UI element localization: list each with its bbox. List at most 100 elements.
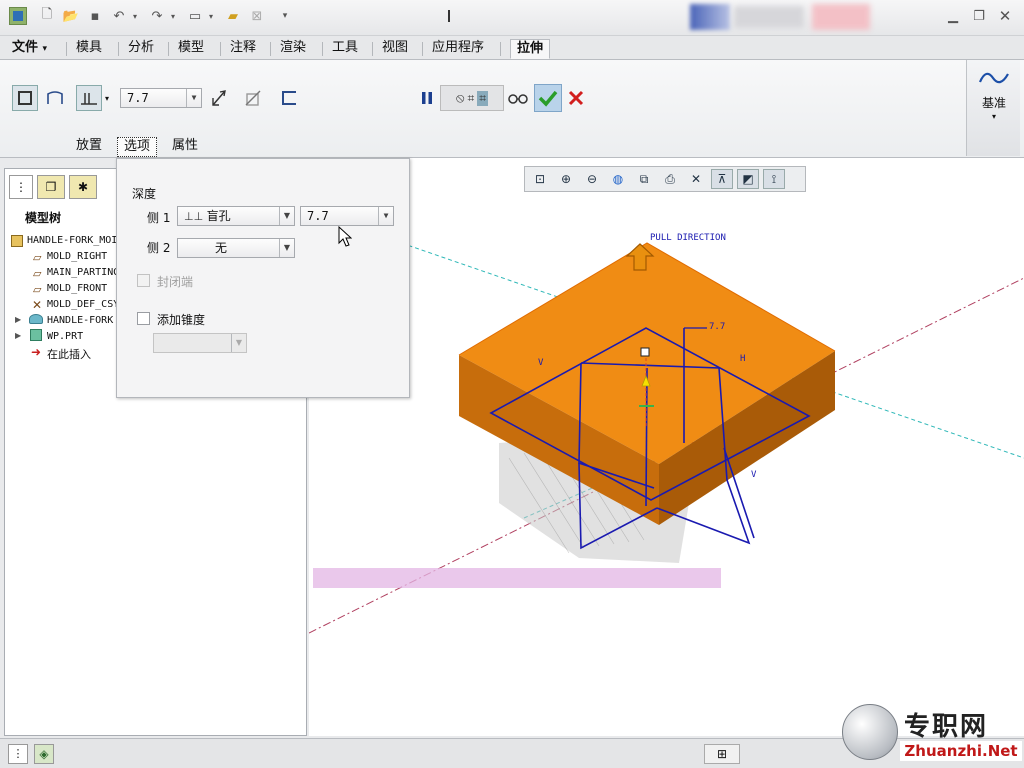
add-taper-checkbox[interactable] bbox=[137, 312, 150, 325]
tab-annotate[interactable]: 注释 bbox=[224, 39, 262, 59]
refit-icon[interactable]: ⊡ bbox=[529, 169, 551, 189]
thicken-sketch-icon[interactable] bbox=[276, 85, 302, 111]
accept-button[interactable] bbox=[534, 84, 562, 112]
redo-dropdown-icon[interactable]: ▾ bbox=[168, 7, 178, 25]
subtab-placement[interactable]: 放置 bbox=[70, 137, 108, 157]
show-navigator-icon[interactable]: ⋮ bbox=[8, 744, 28, 764]
tab-applications[interactable]: 应用程序 bbox=[426, 39, 490, 59]
open-file-icon[interactable]: 📂 bbox=[62, 7, 80, 25]
datum-plane-icon: ▱ bbox=[33, 251, 42, 264]
plane-v-label-2: V bbox=[751, 470, 757, 480]
feature-preview-icon[interactable]: ⌗ bbox=[477, 90, 488, 106]
datum-group[interactable]: 基准 ▾ bbox=[966, 60, 1020, 156]
tab-file[interactable]: 文件 ▾ bbox=[6, 39, 53, 59]
depth-type-dropdown-icon[interactable]: ▾ bbox=[105, 94, 109, 103]
undo-dropdown-icon[interactable]: ▾ bbox=[130, 7, 140, 25]
zoom-out-icon[interactable]: ⊖ bbox=[581, 169, 603, 189]
regenerate-dropdown-icon[interactable]: ▾ bbox=[206, 7, 216, 25]
favorites-tab-icon[interactable]: ✱ bbox=[69, 175, 97, 199]
tab-model[interactable]: 模型 bbox=[172, 39, 210, 59]
side2-type-combo[interactable]: 无 ▼ bbox=[177, 238, 295, 258]
tab-tools[interactable]: 工具 bbox=[326, 39, 364, 59]
close-icon[interactable]: ✕ bbox=[996, 7, 1014, 25]
insert-here-arrow-icon: ➜ bbox=[31, 345, 42, 359]
tree-item-mold-def-csys[interactable]: MOLD_DEF_CSY bbox=[47, 299, 119, 310]
datum-dropdown-icon[interactable]: ▾ bbox=[967, 112, 1021, 121]
new-file-icon[interactable]: 🗋 bbox=[38, 7, 56, 25]
dimension-label[interactable]: 7.7 bbox=[709, 322, 725, 332]
side1-type-combo[interactable]: ⊥⊥ 盲孔 ▼ bbox=[177, 206, 295, 226]
tab-extrude[interactable]: 拉伸 bbox=[510, 39, 551, 59]
model-tree-title: 模型树 bbox=[25, 211, 62, 225]
verify-glasses-icon[interactable] bbox=[505, 85, 531, 111]
undo-icon[interactable]: ↶ bbox=[110, 7, 128, 25]
capped-ends-checkbox[interactable] bbox=[137, 274, 150, 287]
blurred-title-c bbox=[812, 4, 870, 30]
no-preview-icon[interactable]: ⦸ bbox=[456, 91, 464, 106]
taper-value-combo[interactable]: ▼ bbox=[153, 333, 247, 353]
tab-render[interactable]: 渲染 bbox=[274, 39, 312, 59]
surface-extrude-icon[interactable] bbox=[42, 85, 68, 111]
ribbon-tab-row: 文件 ▾ 模具 分析 模型 注释 渲染 工具 视图 应用程序 拉伸 ⌃ ⚲ ? bbox=[0, 36, 1024, 90]
customize-toolbar-icon[interactable]: ▾ bbox=[276, 7, 294, 25]
selection-filter-icon[interactable]: ⊞ bbox=[704, 744, 740, 764]
model-tree-tab-icon[interactable]: ⋮ bbox=[9, 175, 33, 199]
datum-axes-icon[interactable]: ◩ bbox=[737, 169, 759, 189]
subtab-properties[interactable]: 属性 bbox=[166, 137, 204, 157]
plane-v-label: V bbox=[538, 358, 544, 368]
restore-icon[interactable]: ❐ bbox=[970, 7, 988, 25]
subtab-options[interactable]: 选项 bbox=[117, 137, 158, 157]
pause-icon[interactable] bbox=[414, 85, 440, 111]
tree-item-insert-here[interactable]: 在此插入 bbox=[47, 346, 91, 362]
expand-icon[interactable]: ▶ bbox=[15, 331, 21, 340]
display-style-icon[interactable]: ⧉ bbox=[633, 169, 655, 189]
view-manager-icon[interactable]: ✕ bbox=[685, 169, 707, 189]
depth-blind-icon[interactable] bbox=[76, 85, 102, 111]
remove-material-icon[interactable] bbox=[240, 85, 266, 111]
tab-mold[interactable]: 模具 bbox=[70, 39, 108, 59]
saved-views-icon[interactable]: ⎙ bbox=[659, 169, 681, 189]
datum-plane-icon: ▱ bbox=[33, 267, 42, 280]
coordinate-system-icon: ✕ bbox=[32, 298, 43, 312]
depth-section-title: 深度 bbox=[132, 187, 157, 201]
tab-view[interactable]: 视图 bbox=[376, 39, 414, 59]
repaint-icon[interactable]: ◍ bbox=[607, 169, 629, 189]
capped-ends-label: 封闭端 bbox=[157, 275, 194, 289]
tree-item-handle-fork[interactable]: HANDLE-FORK bbox=[47, 315, 113, 326]
blurred-title-b bbox=[734, 6, 804, 28]
save-icon[interactable]: ▪ bbox=[86, 7, 104, 25]
window-icon[interactable]: ▰ bbox=[224, 7, 242, 25]
tree-item-root[interactable]: HANDLE-FORK_MOI bbox=[27, 235, 117, 246]
minimize-icon[interactable]: ▁ bbox=[944, 7, 962, 25]
preview-options-group[interactable]: ⦸ ⌗ ⌗ bbox=[440, 85, 504, 111]
app-logo-icon[interactable] bbox=[9, 7, 27, 25]
side1-label: 侧 1 bbox=[147, 211, 171, 225]
geometry-preview-icon[interactable]: ⌗ bbox=[467, 91, 474, 106]
datum-plane-icon: ▱ bbox=[33, 283, 42, 296]
mouse-cursor-icon bbox=[338, 226, 352, 247]
datum-planes-icon[interactable]: ⊼ bbox=[711, 169, 733, 189]
assembly-icon bbox=[11, 235, 23, 247]
flip-direction-icon[interactable] bbox=[206, 85, 232, 111]
solid-extrude-icon[interactable] bbox=[12, 85, 38, 111]
tree-item-mold-front[interactable]: MOLD_FRONT bbox=[47, 283, 107, 294]
tree-item-main-parting[interactable]: MAIN_PARTING bbox=[47, 267, 119, 278]
depth-value-combo[interactable]: 7.7 ▼ bbox=[120, 88, 202, 108]
expand-icon[interactable]: ▶ bbox=[15, 315, 21, 324]
graphics-viewport[interactable]: PULL DIRECTION 7.7 V H V bbox=[309, 158, 1024, 736]
datum-label: 基准 bbox=[981, 96, 1006, 110]
redo-icon[interactable]: ↷ bbox=[148, 7, 166, 25]
zoom-in-icon[interactable]: ⊕ bbox=[555, 169, 577, 189]
show-browser-icon[interactable]: ◈ bbox=[34, 744, 54, 764]
tree-item-wp-prt[interactable]: WP.PRT bbox=[47, 331, 83, 342]
folder-browser-tab-icon[interactable]: ❐ bbox=[37, 175, 65, 199]
watermark-ball-icon bbox=[842, 704, 898, 760]
cancel-button[interactable] bbox=[563, 85, 589, 111]
side1-value-combo[interactable]: 7.7 ▼ bbox=[300, 206, 394, 226]
close-window-icon[interactable]: ⊠ bbox=[248, 7, 266, 25]
tree-item-mold-right[interactable]: MOLD_RIGHT bbox=[47, 251, 107, 262]
tab-analysis[interactable]: 分析 bbox=[122, 39, 160, 59]
regenerate-icon[interactable]: ▭ bbox=[186, 7, 204, 25]
watermark-url-text: Zhuanzhi.Net bbox=[900, 741, 1022, 761]
datum-points-icon[interactable]: ⟟ bbox=[763, 169, 785, 189]
